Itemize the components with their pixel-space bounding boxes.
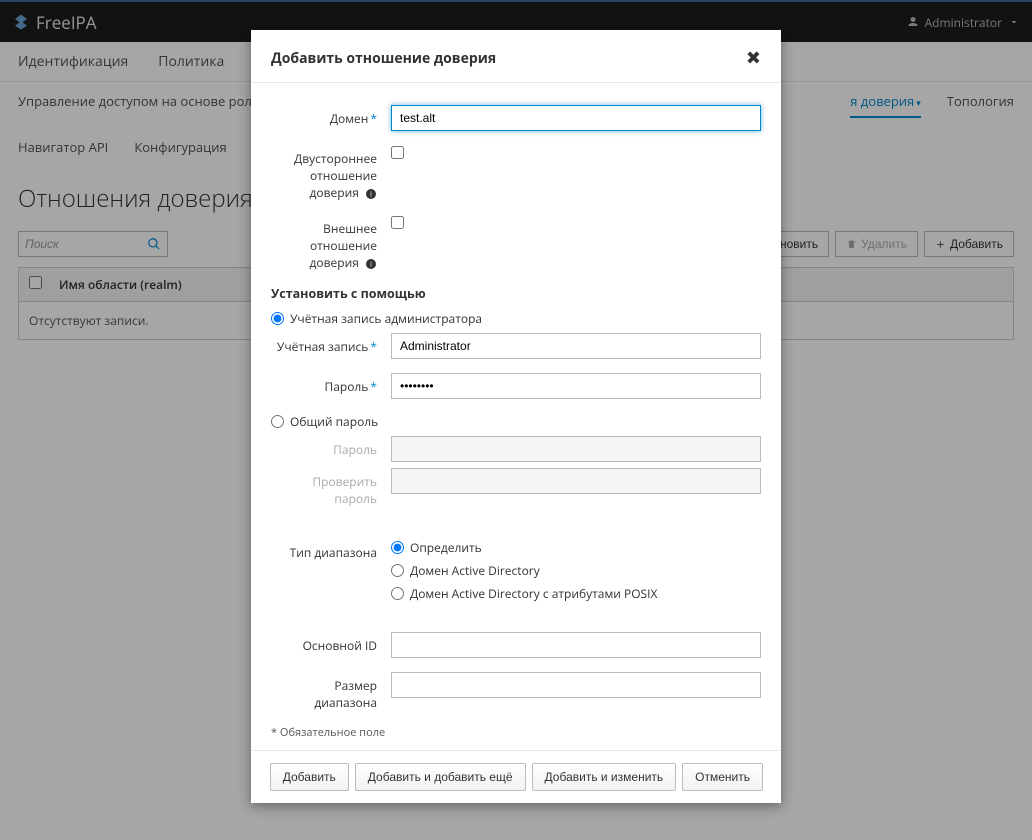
radio-shared-input[interactable]: [271, 415, 284, 428]
domain-input[interactable]: [391, 105, 761, 131]
base-id-label: Основной ID: [271, 632, 391, 654]
info-icon[interactable]: i: [365, 188, 377, 200]
password-input[interactable]: [391, 373, 761, 399]
radio-admin-input[interactable]: [271, 312, 284, 325]
range-type-label: Тип диапазона: [271, 539, 391, 561]
bidirectional-checkbox[interactable]: [391, 146, 404, 159]
radio-shared-password[interactable]: Общий пароль: [271, 413, 761, 430]
modal-cancel-button[interactable]: Отменить: [682, 763, 763, 791]
external-label: Внешнее отношение доверия i: [271, 215, 391, 271]
required-note: * Обязательное поле: [271, 725, 761, 740]
radio-range-detect[interactable]: Определить: [391, 539, 761, 556]
modal-add-button[interactable]: Добавить: [270, 763, 349, 791]
modal-title: Добавить отношение доверия: [271, 49, 496, 68]
account-input[interactable]: [391, 333, 761, 359]
verify-password-input: [391, 468, 761, 494]
svg-text:i: i: [370, 260, 372, 269]
domain-label: Домен*: [271, 105, 391, 127]
bidirectional-label: Двустороннее отношение доверия i: [271, 145, 391, 201]
password-label: Пароль*: [271, 373, 391, 395]
modal-add-another-button[interactable]: Добавить и добавить ещё: [355, 763, 526, 791]
establish-using-label: Установить с помощью: [271, 285, 761, 302]
shared-password-input: [391, 436, 761, 462]
radio-range-ad[interactable]: Домен Active Directory: [391, 562, 761, 579]
modal-header: Добавить отношение доверия ✖: [251, 30, 781, 83]
range-size-label: Размер диапазона: [271, 672, 391, 711]
shared-password-label: Пароль: [271, 436, 391, 458]
modal-footer: Добавить Добавить и добавить ещё Добавит…: [251, 750, 781, 803]
account-label: Учётная запись*: [271, 333, 391, 355]
modal-add-edit-button[interactable]: Добавить и изменить: [532, 763, 677, 791]
svg-text:i: i: [370, 190, 372, 199]
base-id-input[interactable]: [391, 632, 761, 658]
close-icon[interactable]: ✖: [746, 46, 761, 70]
verify-password-label: Проверить пароль: [271, 468, 391, 507]
info-icon[interactable]: i: [365, 258, 377, 270]
modal-body: Домен* Двустороннее отношение доверия i …: [251, 83, 781, 750]
add-trust-modal: Добавить отношение доверия ✖ Домен* Двус…: [251, 30, 781, 803]
external-checkbox[interactable]: [391, 216, 404, 229]
radio-admin-account[interactable]: Учётная запись администратора: [271, 310, 761, 327]
radio-range-ad-posix[interactable]: Домен Active Directory с атрибутами POSI…: [391, 585, 761, 602]
range-size-input[interactable]: [391, 672, 761, 698]
